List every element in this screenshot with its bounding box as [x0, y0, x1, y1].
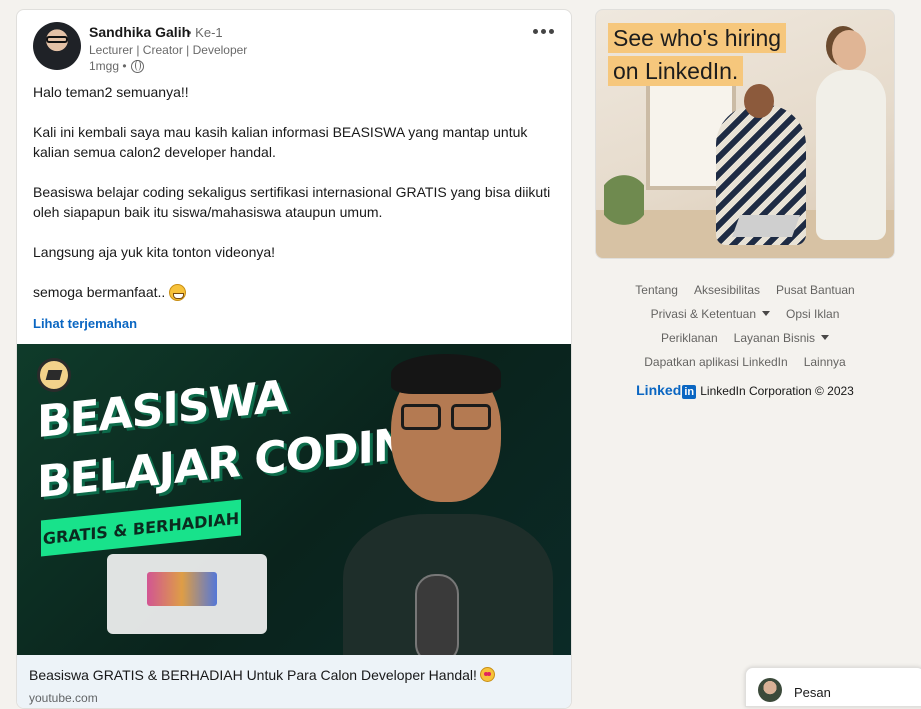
linkedin-logo: Linked in [636, 382, 697, 399]
link-preview-title-text: Beasiswa GRATIS & BERHADIAH Untuk Para C… [29, 667, 477, 683]
messaging-avatar [758, 678, 782, 702]
chevron-down-icon [762, 311, 771, 316]
author-name[interactable]: Sandhika Galih [89, 24, 190, 40]
linkedin-logo-word: Linked [636, 382, 682, 398]
footer-link-help-center[interactable]: Pusat Bantuan [776, 278, 855, 302]
heart-eyes-emoji-icon [479, 667, 495, 682]
video-thumbnail[interactable]: BEASISWA BELAJAR CODING GRATIS & BERHADI… [17, 344, 571, 655]
footer-row: Privasi & Ketentuan Opsi Iklan [595, 302, 895, 326]
feed-post: Sandhika Galih • Ke-1 Lecturer | Creator… [16, 9, 572, 709]
linkedin-logo-in: in [682, 385, 697, 399]
footer-link-business[interactable]: Layanan Bisnis [733, 326, 830, 350]
footer-row: Periklanan Layanan Bisnis [595, 326, 895, 350]
prizes-image [107, 554, 267, 634]
post-paragraph: Beasiswa belajar coding sekaligus sertif… [33, 184, 551, 220]
ad-headline-line2: on LinkedIn. [608, 56, 744, 86]
footer-link-about[interactable]: Tentang [635, 278, 678, 302]
footer-link-get-app[interactable]: Dapatkan aplikasi LinkedIn [644, 350, 787, 374]
footer-privacy-label: Privasi & Ketentuan [650, 307, 757, 321]
chevron-down-icon [821, 335, 830, 340]
grinning-emoji-icon [169, 283, 187, 301]
graduation-cap-icon [37, 358, 71, 392]
ad-headline-line1: See who's hiring [608, 23, 787, 53]
footer-row: Dapatkan aplikasi LinkedIn Lainnya [595, 350, 895, 374]
post-body: Halo teman2 semuanya!! Kali ini kembali … [33, 82, 553, 302]
thumbnail-ribbon: GRATIS & BERHADIAH [41, 499, 241, 557]
footer-link-privacy[interactable]: Privasi & Ketentuan [650, 302, 771, 326]
footer-link-advertising[interactable]: Periklanan [661, 326, 718, 350]
post-time: 1mgg • [89, 59, 127, 73]
author-avatar[interactable] [33, 22, 81, 70]
messaging-bar[interactable]: Pesan [745, 667, 921, 707]
post-meta: 1mgg • [89, 59, 144, 73]
copyright-text: LinkedIn Corporation © 2023 [700, 383, 854, 398]
footer-link-accessibility[interactable]: Aksesibilitas [694, 278, 760, 302]
hiring-ad-banner[interactable]: See who's hiring on LinkedIn. [595, 9, 895, 259]
link-preview-domain: youtube.com [29, 691, 98, 705]
footer-row: Tentang Aksesibilitas Pusat Bantuan [595, 278, 895, 302]
link-preview[interactable]: Beasiswa GRATIS & BERHADIAH Untuk Para C… [17, 655, 571, 708]
more-options-icon[interactable] [531, 24, 555, 38]
footer-brand: Linked in LinkedIn Corporation © 2023 [595, 382, 895, 399]
footer-business-label: Layanan Bisnis [733, 331, 816, 345]
link-preview-title: Beasiswa GRATIS & BERHADIAH Untuk Para C… [29, 667, 495, 683]
footer-link-ad-options[interactable]: Opsi Iklan [786, 302, 839, 326]
right-rail-footer: Tentang Aksesibilitas Pusat Bantuan Priv… [595, 278, 895, 399]
post-paragraph: Kali ini kembali saya mau kasih kalian i… [33, 124, 528, 160]
laptop-image [731, 215, 801, 237]
see-translation-link[interactable]: Lihat terjemahan [33, 316, 137, 331]
author-headline: Lecturer | Creator | Developer [89, 43, 248, 57]
post-paragraph: Langsung aja yuk kita tonton videonya! [33, 244, 276, 260]
presenter-image [343, 344, 553, 655]
microphone-icon [415, 574, 459, 655]
post-paragraph: Halo teman2 semuanya!! [33, 84, 189, 100]
post-paragraph-text: semoga bermanfaat.. [33, 284, 166, 300]
connection-degree: • Ke-1 [187, 25, 223, 40]
post-paragraph-last: semoga bermanfaat.. [33, 282, 553, 302]
globe-icon [130, 59, 144, 73]
footer-link-more[interactable]: Lainnya [804, 350, 846, 374]
